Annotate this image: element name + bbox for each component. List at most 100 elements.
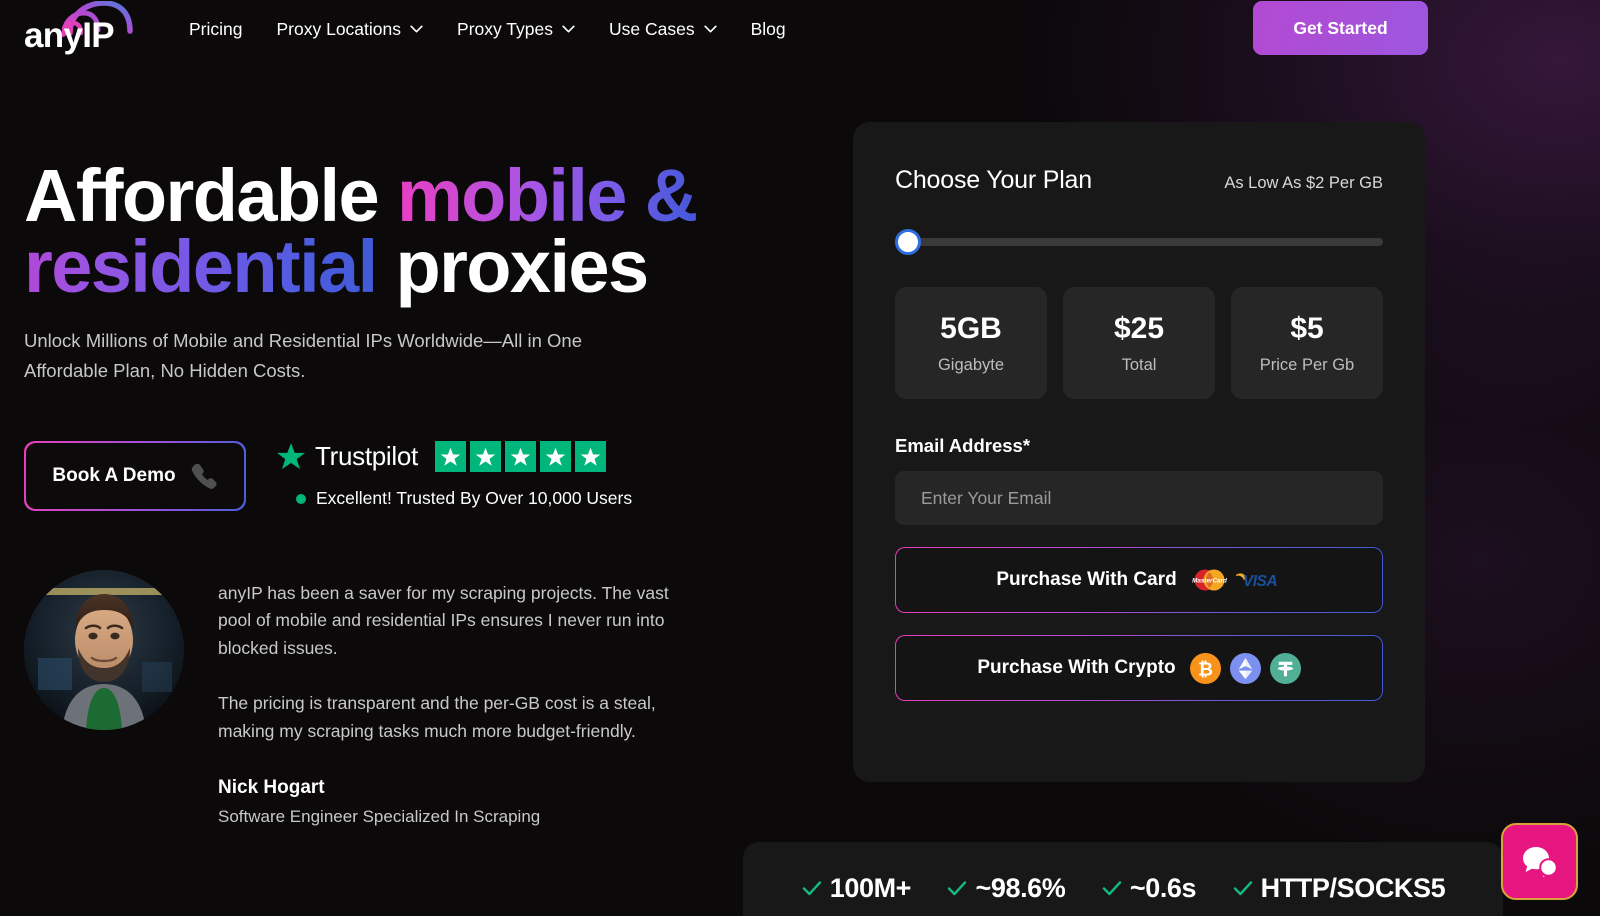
status-dot-icon bbox=[296, 493, 306, 504]
card-header: Choose Your Plan As Low As $2 Per GB bbox=[895, 166, 1383, 195]
book-a-demo-button[interactable]: Book A Demo bbox=[24, 441, 246, 511]
nav-item-proxy-locations[interactable]: Proxy Locations bbox=[260, 0, 441, 58]
check-icon bbox=[1233, 881, 1252, 896]
logo-text: anyIP bbox=[24, 16, 115, 55]
card-subtitle: As Low As $2 Per GB bbox=[1224, 174, 1383, 192]
headline-gradient-2: residential bbox=[24, 225, 378, 309]
email-label: Email Address* bbox=[895, 435, 1031, 456]
trustpilot-rating[interactable]: Trustpilot Excellent! Trusted By Over 10… bbox=[276, 441, 676, 509]
chat-widget-button[interactable] bbox=[1501, 823, 1578, 900]
stat-text: ~98.6% bbox=[975, 872, 1066, 903]
nav-item-pricing[interactable]: Pricing bbox=[172, 0, 260, 58]
price-box-gigabyte: 5GB Gigabyte bbox=[895, 287, 1047, 399]
cta-row: Book A Demo Trustpilot Excellent! Truste… bbox=[24, 441, 632, 511]
stat-item: ~98.6% bbox=[946, 872, 1066, 904]
trustpilot-star bbox=[469, 441, 501, 472]
svg-text:MasterCard: MasterCard bbox=[1192, 577, 1227, 584]
testimonial-author-name: Nick Hogart bbox=[218, 777, 325, 799]
purchase-with-card-inner: Purchase With Card MasterCard VISA bbox=[896, 548, 1382, 612]
nav-item-use-cases[interactable]: Use Cases bbox=[592, 0, 734, 58]
purchase-with-crypto-inner: Purchase With Crypto ₿ bbox=[896, 636, 1382, 700]
stat-text: ~0.6s bbox=[1129, 872, 1197, 903]
stat-item: 100M+ bbox=[801, 873, 911, 904]
testimonial-paragraph: The pricing is transparent and the per-G… bbox=[218, 693, 656, 741]
headline-part-2: proxies bbox=[376, 225, 650, 309]
ethereum-icon bbox=[1229, 652, 1261, 684]
nav-item-label: Blog bbox=[750, 18, 786, 39]
phone-icon bbox=[191, 463, 217, 489]
check-icon bbox=[802, 881, 821, 896]
purchase-with-card-label: Purchase With Card bbox=[996, 569, 1177, 590]
page-title: Affordable mobile & residential proxies bbox=[24, 159, 824, 304]
plan-slider-knob[interactable] bbox=[895, 229, 921, 255]
price-value: $25 bbox=[1113, 311, 1165, 345]
trustpilot-star bbox=[434, 441, 466, 472]
stats-bar: 100M+ ~98.6% ~0.6s HTTP/SOCKS5 bbox=[743, 842, 1503, 916]
stat-item: HTTP/SOCKS5 bbox=[1232, 873, 1446, 904]
logo[interactable]: anyIP bbox=[24, 1, 133, 55]
nav-links: Pricing Proxy Locations Proxy Types Use … bbox=[172, 0, 803, 58]
check-icon bbox=[1102, 881, 1122, 896]
testimonial-author-role: Software Engineer Specialized In Scrapin… bbox=[218, 807, 541, 827]
nav-item-label: Use Cases bbox=[608, 18, 695, 39]
chevron-down-icon bbox=[703, 25, 717, 33]
trustpilot-stars bbox=[434, 441, 606, 472]
nav-item-blog[interactable]: Blog bbox=[734, 0, 803, 58]
crypto-icons: ₿ bbox=[1189, 652, 1301, 684]
mastercard-icon: MasterCard bbox=[1192, 569, 1227, 591]
price-box-price-per-gb: $5 Price Per Gb bbox=[1231, 287, 1383, 399]
nav-item-label: Proxy Locations bbox=[276, 18, 402, 39]
visa-icon: VISA bbox=[1235, 573, 1278, 589]
trustpilot-star-icon bbox=[277, 443, 305, 470]
stat-item: ~0.6s bbox=[1101, 872, 1197, 904]
book-a-demo-label: Book A Demo bbox=[52, 465, 176, 486]
avatar-image bbox=[24, 570, 184, 730]
nav-item-label: Proxy Types bbox=[457, 18, 553, 39]
chat-bubbles-icon bbox=[1522, 846, 1558, 880]
trustpilot-name: Trustpilot bbox=[315, 441, 418, 471]
price-value: $5 bbox=[1290, 311, 1324, 345]
trustpilot-rating-row: Excellent! Trusted By Over 10,000 Users bbox=[296, 488, 676, 509]
check-icon bbox=[948, 881, 967, 896]
price-summary-row: 5GB Gigabyte $25 Total $5 Price Per Gb bbox=[895, 287, 1383, 399]
price-label: Price Per Gb bbox=[1259, 355, 1355, 374]
purchase-with-crypto-button[interactable]: Purchase With Crypto ₿ bbox=[895, 635, 1383, 701]
book-a-demo-button-inner: Book A Demo bbox=[25, 442, 245, 510]
trustpilot-star bbox=[504, 441, 536, 472]
testimonial-text: anyIP has been a saver for my scraping p… bbox=[218, 570, 696, 827]
hero-section: Affordable mobile & residential proxies U… bbox=[24, 159, 824, 386]
hero-subheading: Unlock Millions of Mobile and Residentia… bbox=[24, 330, 582, 382]
avatar bbox=[24, 570, 184, 730]
page-root: anyIP Pricing Proxy Locations Proxy Type… bbox=[0, 0, 1600, 916]
get-started-button[interactable]: Get Started bbox=[1253, 1, 1428, 55]
purchase-with-crypto-label: Purchase With Crypto bbox=[977, 657, 1176, 678]
choose-your-plan-card: Choose Your Plan As Low As $2 Per GB 5GB… bbox=[853, 122, 1425, 782]
bitcoin-icon: ₿ bbox=[1189, 652, 1221, 684]
price-value: 5GB bbox=[940, 311, 1002, 345]
svg-text:₿: ₿ bbox=[1198, 658, 1213, 679]
svg-text:VISA: VISA bbox=[1243, 573, 1277, 589]
trustpilot-rating-text: Excellent! Trusted By Over 10,000 Users bbox=[316, 488, 633, 508]
purchase-with-card-button[interactable]: Purchase With Card MasterCard VISA bbox=[895, 547, 1383, 613]
testimonial: anyIP has been a saver for my scraping p… bbox=[24, 570, 724, 827]
plan-slider-track[interactable] bbox=[895, 238, 1383, 246]
stat-text: HTTP/SOCKS5 bbox=[1260, 872, 1446, 903]
card-icons: MasterCard VISA bbox=[1191, 568, 1282, 592]
price-box-total: $25 Total bbox=[1063, 287, 1215, 399]
card-title: Choose Your Plan bbox=[895, 166, 1092, 194]
trustpilot-header: Trustpilot bbox=[276, 441, 676, 472]
stat-text: 100M+ bbox=[829, 872, 912, 903]
tether-icon bbox=[1269, 652, 1301, 684]
nav-item-proxy-types[interactable]: Proxy Types bbox=[440, 0, 592, 58]
testimonial-paragraph: anyIP has been a saver for my scraping p… bbox=[218, 583, 669, 658]
trustpilot-star bbox=[574, 441, 606, 472]
email-field[interactable] bbox=[895, 471, 1383, 525]
nav-item-label: Pricing bbox=[189, 18, 243, 39]
top-navigation-bar: anyIP Pricing Proxy Locations Proxy Type… bbox=[0, 0, 1600, 58]
price-label: Gigabyte bbox=[937, 355, 1005, 374]
price-label: Total bbox=[1121, 355, 1157, 374]
chevron-down-icon bbox=[410, 25, 423, 33]
chevron-down-icon bbox=[562, 25, 575, 33]
plan-slider[interactable] bbox=[895, 229, 1383, 255]
trustpilot-star bbox=[539, 441, 571, 472]
